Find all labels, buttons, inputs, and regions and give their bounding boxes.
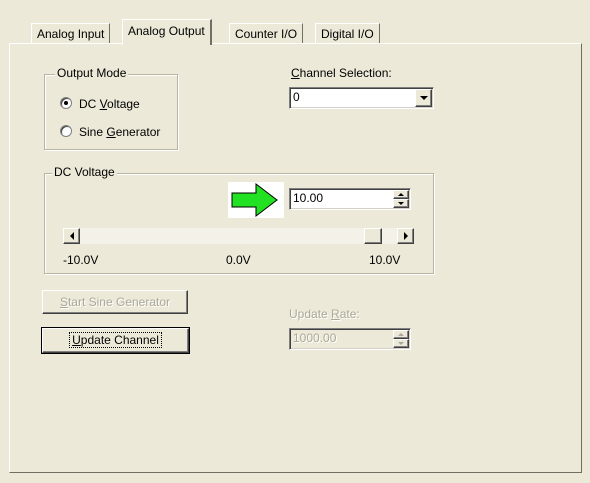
radio-label: Sine Generator — [79, 125, 161, 139]
channel-selection-label: Channel Selection: — [291, 66, 392, 80]
arrow-right-icon[interactable] — [397, 228, 414, 244]
spin-up-button[interactable] — [393, 190, 409, 199]
radio-sine-generator[interactable]: Sine Generator — [60, 124, 180, 140]
radio-button-icon — [60, 125, 72, 137]
button-label: Update Channel — [69, 332, 162, 348]
scale-max-label: 10.0V — [369, 253, 401, 267]
radio-dc-voltage[interactable]: DC Voltage — [60, 96, 180, 112]
update-channel-button[interactable]: Update Channel — [41, 327, 190, 354]
green-right-arrow-icon — [228, 182, 284, 218]
tab-label: Digital I/O — [321, 27, 374, 41]
slider-thumb[interactable] — [364, 228, 382, 244]
tab-counter-io[interactable]: Counter I/O — [229, 23, 304, 43]
tab-analog-output[interactable]: Analog Output — [122, 19, 212, 45]
radio-label: DC Voltage — [79, 97, 140, 111]
dc-voltage-input[interactable]: 10.00 — [289, 188, 411, 210]
scale-mid-label: 0.0V — [226, 253, 251, 267]
tab-label: Analog Input — [37, 27, 105, 41]
scale-min-label: -10.0V — [63, 253, 99, 267]
channel-selection-combo[interactable]: 0 — [289, 87, 434, 109]
arrow-left-icon[interactable] — [63, 228, 80, 244]
update-channel-face: Update Channel — [42, 328, 189, 353]
start-sine-generator-button[interactable]: Start Sine Generator — [42, 290, 188, 314]
chevron-down-icon[interactable] — [415, 89, 432, 107]
dc-voltage-value: 10.00 — [293, 191, 324, 205]
dc-voltage-title: DC Voltage — [52, 165, 117, 179]
radio-button-icon — [60, 97, 72, 109]
spin-up-button[interactable] — [393, 330, 409, 339]
update-rate-value: 1000.00 — [293, 331, 337, 345]
channel-value: 0 — [293, 90, 300, 104]
button-label: Start Sine Generator — [59, 295, 171, 309]
tab-digital-io[interactable]: Digital I/O — [315, 23, 380, 43]
tab-label: Counter I/O — [235, 27, 298, 41]
output-mode-title: Output Mode — [55, 66, 129, 80]
spin-arrows-icon[interactable] — [393, 330, 409, 348]
spin-arrows-icon[interactable] — [393, 190, 409, 208]
update-rate-label: Update Rate: — [289, 307, 360, 321]
update-rate-input[interactable]: 1000.00 — [289, 328, 411, 350]
spin-down-button[interactable] — [393, 339, 409, 348]
radio-selected-dot — [64, 101, 68, 105]
tab-label: Analog Output — [128, 24, 205, 38]
dc-voltage-slider[interactable] — [63, 228, 414, 244]
tab-analog-input[interactable]: Analog Input — [31, 23, 111, 43]
spin-down-button[interactable] — [393, 199, 409, 208]
